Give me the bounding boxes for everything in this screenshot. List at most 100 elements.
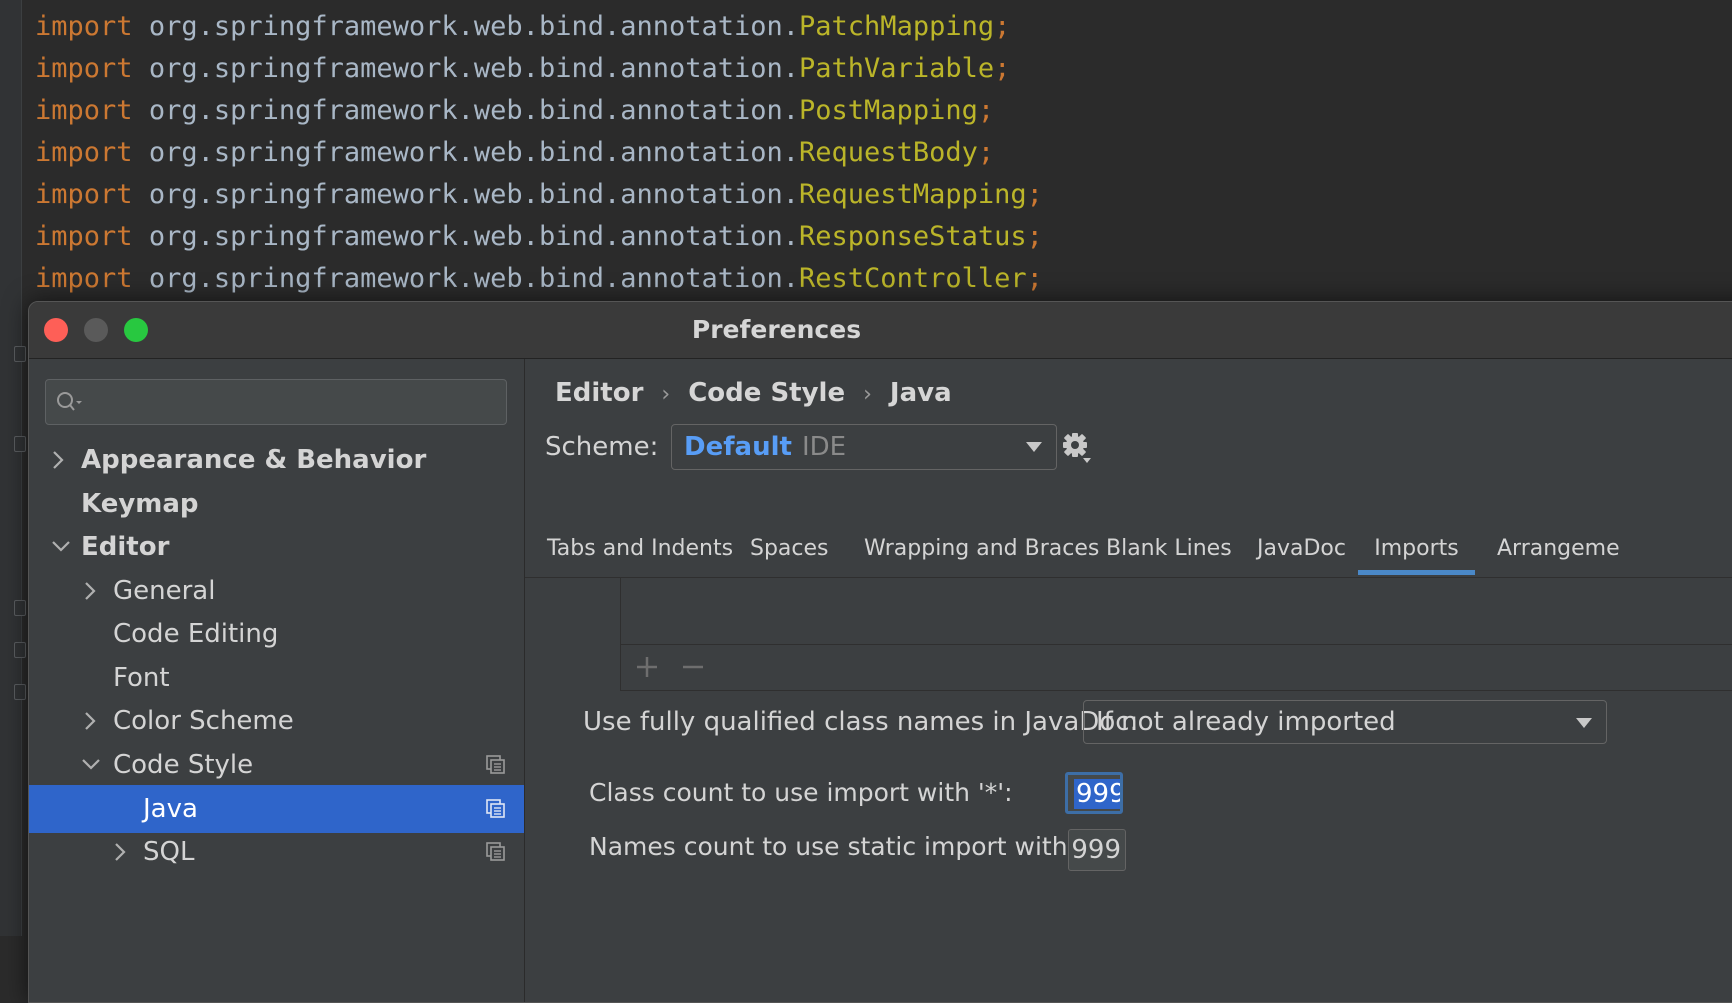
class-name: RequestBody bbox=[799, 137, 978, 168]
import-keyword: import bbox=[35, 179, 133, 210]
table-toolbar bbox=[621, 644, 1732, 689]
breadcrumb-item[interactable]: Code Style bbox=[688, 378, 845, 408]
sidebar-item-appearance-behavior[interactable]: Appearance & Behavior bbox=[29, 436, 524, 484]
scheme-value: Default bbox=[684, 432, 792, 462]
package-name: org.springframework.web.bind.annotation. bbox=[148, 221, 800, 252]
breadcrumb: Editor › Code Style › Java bbox=[555, 373, 952, 413]
sidebar-item-sql[interactable]: SQL bbox=[29, 828, 524, 876]
names-count-field[interactable]: 999 bbox=[1068, 829, 1126, 871]
scheme-scope: IDE bbox=[801, 432, 847, 462]
fold-marker-icon[interactable] bbox=[14, 684, 26, 700]
code-line: import org.springframework.web.bind.anno… bbox=[35, 174, 1043, 216]
tab-blank-lines[interactable]: Blank Lines bbox=[1106, 527, 1232, 575]
sidebar-item-label: General bbox=[113, 576, 216, 606]
package-name: org.springframework.web.bind.annotation. bbox=[148, 137, 800, 168]
sidebar-item-code-editing[interactable]: Code Editing bbox=[29, 610, 524, 658]
settings-sidebar: Appearance & Behavior Keymap Editor Gene… bbox=[29, 359, 525, 1002]
sidebar-item-label: Code Style bbox=[113, 750, 254, 780]
import-keyword: import bbox=[35, 221, 133, 252]
import-keyword: import bbox=[35, 137, 133, 168]
project-scope-icon bbox=[486, 842, 505, 861]
sidebar-item-font[interactable]: Font bbox=[29, 654, 524, 702]
tab-tabs-and-indents[interactable]: Tabs and Indents bbox=[547, 527, 733, 575]
settings-search-input[interactable] bbox=[45, 379, 507, 425]
javadoc-qualified-names-dropdown[interactable]: If not already imported bbox=[1083, 700, 1607, 744]
sidebar-item-label: Code Editing bbox=[113, 619, 279, 649]
window-title: Preferences bbox=[691, 315, 862, 344]
chevron-right-icon[interactable] bbox=[83, 567, 105, 615]
sidebar-item-label: Java bbox=[143, 794, 198, 824]
sidebar-item-label: SQL bbox=[143, 837, 195, 867]
class-count-field[interactable]: 999 bbox=[1065, 772, 1123, 814]
scheme-label: Scheme: bbox=[545, 432, 659, 462]
dropdown-arrow-icon bbox=[1026, 442, 1042, 452]
code-line: import org.springframework.web.bind.anno… bbox=[35, 6, 1043, 48]
preferences-window: Preferences Appearance & Behavior Keymap… bbox=[28, 301, 1732, 1003]
sidebar-item-label: Color Scheme bbox=[113, 706, 294, 736]
semicolon: ; bbox=[994, 53, 1011, 84]
package-name: org.springframework.web.bind.annotation. bbox=[148, 11, 800, 42]
semicolon: ; bbox=[1026, 221, 1043, 252]
sidebar-item-color-scheme[interactable]: Color Scheme bbox=[29, 697, 524, 745]
code-line: import org.springframework.web.bind.anno… bbox=[35, 90, 1043, 132]
project-scope-icon bbox=[486, 755, 505, 774]
scheme-dropdown[interactable]: Default IDE bbox=[671, 424, 1057, 470]
chevron-right-icon[interactable] bbox=[51, 436, 73, 484]
fold-marker-icon[interactable] bbox=[14, 642, 26, 658]
class-name: PathVariable bbox=[799, 53, 995, 84]
names-count-label: Names count to use static import with '*… bbox=[589, 832, 1111, 861]
sidebar-item-label: Editor bbox=[81, 532, 170, 562]
fold-marker-icon[interactable] bbox=[14, 436, 26, 452]
package-name: org.springframework.web.bind.annotation. bbox=[148, 179, 800, 210]
semicolon: ; bbox=[994, 11, 1011, 42]
breadcrumb-separator: › bbox=[863, 382, 872, 407]
chevron-right-icon[interactable] bbox=[113, 828, 135, 876]
sidebar-item-java[interactable]: Java bbox=[29, 785, 524, 833]
fold-marker-icon[interactable] bbox=[14, 600, 26, 616]
tab-arrangement[interactable]: Arrangeme bbox=[1497, 527, 1620, 575]
field-value: 999 bbox=[1071, 835, 1121, 865]
class-name: RequestMapping bbox=[799, 179, 1027, 210]
fold-marker-icon[interactable] bbox=[14, 346, 26, 362]
chevron-right-icon[interactable] bbox=[83, 697, 105, 745]
class-name: RestController bbox=[799, 263, 1027, 294]
sidebar-item-editor[interactable]: Editor bbox=[29, 523, 524, 571]
breadcrumb-item[interactable]: Editor bbox=[555, 378, 643, 408]
code-line: import org.springframework.web.bind.anno… bbox=[35, 48, 1043, 90]
breadcrumb-separator: › bbox=[661, 382, 671, 407]
tab-spaces[interactable]: Spaces bbox=[750, 527, 829, 575]
tab-javadoc[interactable]: JavaDoc bbox=[1257, 527, 1346, 575]
breadcrumb-item: Java bbox=[889, 378, 952, 408]
gear-icon[interactable] bbox=[1061, 431, 1095, 465]
dropdown-value: If not already imported bbox=[1096, 707, 1396, 737]
editor-gutter bbox=[0, 0, 26, 936]
chevron-down-icon[interactable] bbox=[51, 523, 73, 571]
javadoc-qualified-names-label: Use fully qualified class names in JavaD… bbox=[583, 707, 1139, 737]
packages-table[interactable] bbox=[620, 578, 1732, 691]
package-name: org.springframework.web.bind.annotation. bbox=[148, 95, 800, 126]
tab-imports[interactable]: Imports bbox=[1358, 527, 1475, 575]
semicolon: ; bbox=[977, 95, 995, 126]
title-bar[interactable]: Preferences bbox=[29, 302, 1732, 359]
sidebar-item-general[interactable]: General bbox=[29, 567, 524, 615]
import-keyword: import bbox=[35, 53, 133, 84]
search-icon bbox=[57, 392, 82, 411]
add-icon[interactable] bbox=[633, 653, 661, 681]
package-name: org.springframework.web.bind.annotation. bbox=[148, 53, 800, 84]
selected-text: 999 bbox=[1074, 779, 1120, 809]
remove-icon[interactable] bbox=[679, 653, 707, 681]
class-count-label: Class count to use import with '*': bbox=[589, 778, 1013, 807]
sidebar-item-code-style[interactable]: Code Style bbox=[29, 741, 524, 789]
code-line: import org.springframework.web.bind.anno… bbox=[35, 258, 1043, 300]
sidebar-item-label: Font bbox=[113, 663, 170, 693]
dropdown-arrow-icon bbox=[1576, 718, 1592, 728]
class-name: PostMapping bbox=[799, 95, 978, 126]
sidebar-item-keymap[interactable]: Keymap bbox=[29, 480, 524, 528]
settings-main-panel: Editor › Code Style › Java Scheme: Default ID… bbox=[525, 359, 1732, 1002]
tab-wrapping-and-braces[interactable]: Wrapping and Braces bbox=[864, 527, 1099, 575]
semicolon: ; bbox=[977, 137, 995, 168]
import-keyword: import bbox=[35, 95, 133, 126]
class-name: ResponseStatus bbox=[799, 221, 1027, 252]
chevron-down-icon[interactable] bbox=[81, 741, 103, 789]
sidebar-item-label: Appearance & Behavior bbox=[81, 445, 427, 475]
